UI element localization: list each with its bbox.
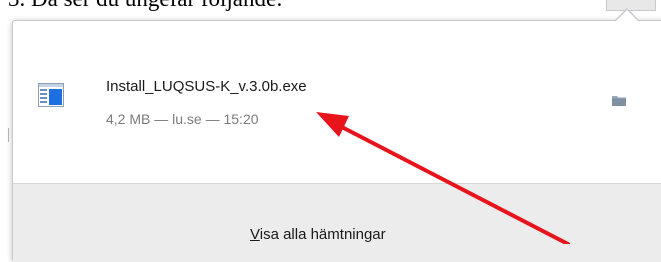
page-edge-line xyxy=(8,128,9,142)
show-all-label-rest: isa alla hämtningar xyxy=(259,226,386,243)
download-file-name: Install_LUQSUS-K_v.3.0b.exe xyxy=(106,78,307,95)
panel-caret xyxy=(616,10,638,21)
application-window-icon xyxy=(38,83,64,107)
download-item[interactable]: Install_LUQSUS-K_v.3.0b.exe 4,2 MB — lu.… xyxy=(13,21,661,149)
folder-icon[interactable] xyxy=(611,94,627,107)
download-file-meta: 4,2 MB — lu.se — 15:20 xyxy=(106,111,259,127)
downloads-panel: Install_LUQSUS-K_v.3.0b.exe 4,2 MB — lu.… xyxy=(12,20,661,262)
show-all-downloads-label[interactable]: Visa alla hämtningar xyxy=(250,226,386,243)
instruction-text: 3. Då ser du ungefär följande: xyxy=(8,0,283,12)
show-all-downloads-footer[interactable]: Visa alla hämtningar xyxy=(13,183,661,262)
show-all-accesskey: V xyxy=(250,226,260,243)
